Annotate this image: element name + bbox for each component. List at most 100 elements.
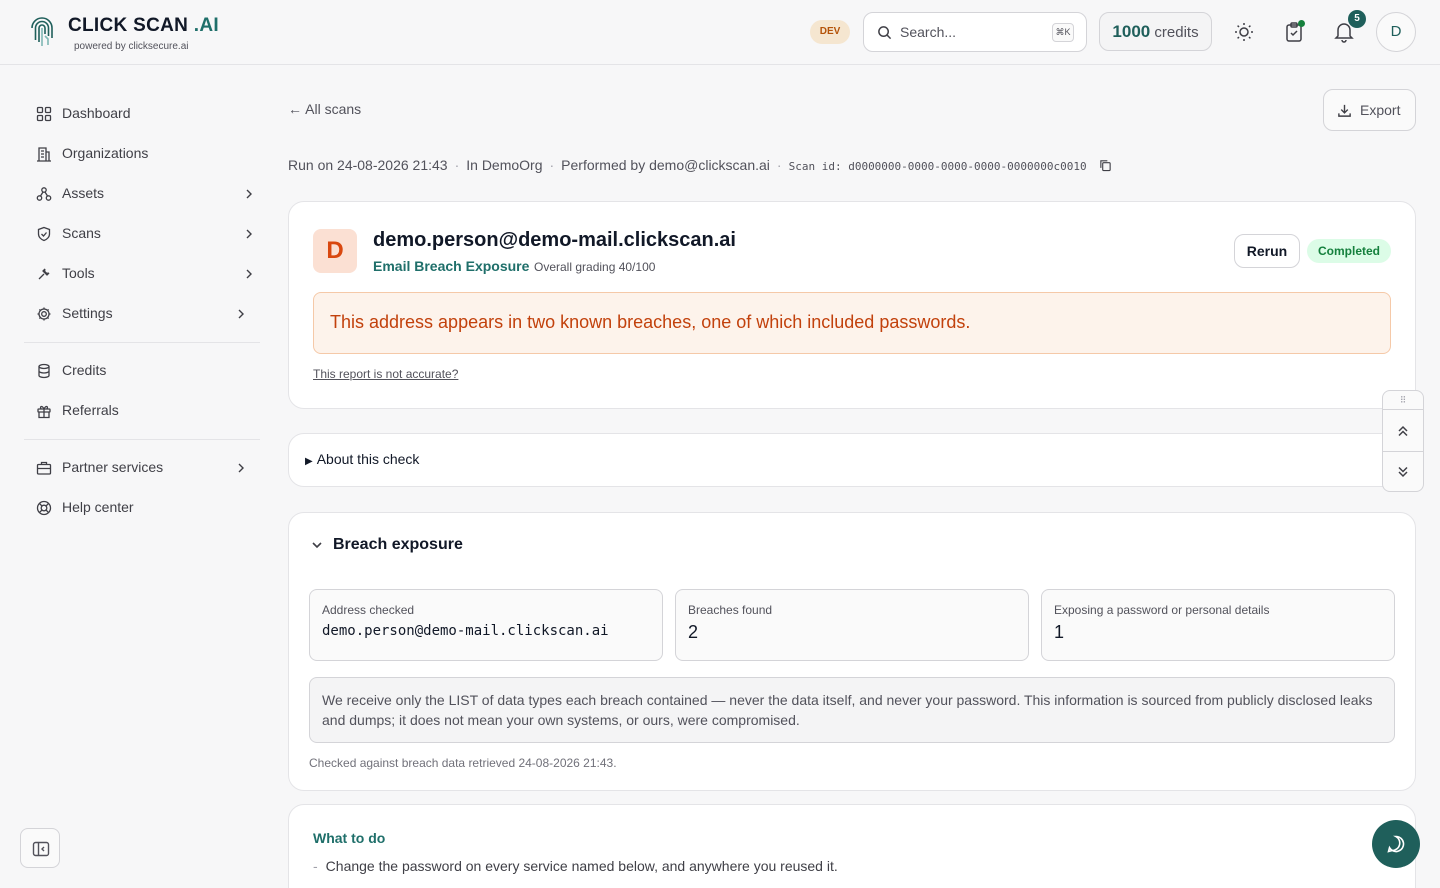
chat-bubble-icon <box>1387 835 1405 853</box>
chat-support-button[interactable] <box>1372 820 1420 868</box>
chevron-right-icon <box>246 269 252 279</box>
network-icon <box>36 187 52 201</box>
sidebar-item-label: Tools <box>62 265 95 281</box>
performed-by: Performed by demo@clickscan.ai <box>561 157 770 173</box>
sidebar-item-label: Credits <box>62 362 107 378</box>
scan-target-title: demo.person@demo-mail.clickscan.ai <box>373 229 736 251</box>
gear-icon <box>37 307 51 321</box>
sidebar-item-help-center[interactable]: Help center <box>24 490 260 524</box>
chevrons-down-icon <box>1398 466 1408 478</box>
search-placeholder: Search... <box>900 24 957 40</box>
about-check-label: About this check <box>316 451 420 467</box>
shield-icon <box>37 226 51 242</box>
stat-card-address: Address checked demo.person@demo-mail.cl… <box>309 589 663 661</box>
user-avatar[interactable]: D <box>1376 12 1416 52</box>
rerun-button[interactable]: Rerun <box>1234 234 1300 268</box>
summary-text: This address appears in two known breach… <box>330 312 971 332</box>
sidebar-item-referrals[interactable]: Referrals <box>24 393 260 427</box>
collapse-sidebar-button[interactable] <box>20 828 60 868</box>
data-retrieved-caption: Checked against breach data retrieved 24… <box>309 756 617 770</box>
top-bar: CLICK SCAN .AI powered by clicksecure.ai… <box>0 0 1440 65</box>
section-title: What to do <box>313 830 386 846</box>
overall-grading: Overall grading 40/100 <box>534 260 656 274</box>
building-icon <box>37 147 51 162</box>
status-dot <box>1298 20 1305 27</box>
credits-button[interactable]: 1000 credits <box>1099 12 1212 51</box>
sidebar-item-partner-services[interactable]: Partner services <box>24 450 260 484</box>
sidebar-item-tools[interactable]: Tools <box>24 256 260 290</box>
copy-icon[interactable] <box>1099 159 1112 172</box>
sidebar-item-dashboard[interactable]: Dashboard <box>24 96 260 130</box>
sidebar-item-label: Settings <box>62 305 113 321</box>
chevron-right-icon <box>246 229 252 239</box>
chevron-right-icon <box>238 309 244 319</box>
chevron-down-icon[interactable] <box>310 538 324 552</box>
org-name: In DemoOrg <box>466 157 543 173</box>
scroll-bottom-button[interactable] <box>1383 452 1423 492</box>
chevron-right-icon <box>246 189 252 199</box>
note-text: We receive only the LIST of data types e… <box>322 692 1373 728</box>
disclosure-triangle-icon: ▶ <box>305 456 313 467</box>
breach-exposure-section: Breach exposure Address checked demo.per… <box>288 512 1416 791</box>
divider <box>1383 409 1423 410</box>
status-badge: Completed <box>1307 239 1391 263</box>
result-summary-card: D demo.person@demo-mail.clickscan.ai Ema… <box>288 201 1416 409</box>
drag-handle-icon[interactable]: ⠿ <box>1383 391 1423 409</box>
export-button[interactable]: Export <box>1323 89 1416 131</box>
run-date: Run on 24-08-2026 21:43 <box>288 157 448 173</box>
stat-label: Breaches found <box>688 603 773 617</box>
sidebar-item-scans[interactable]: Scans <box>24 216 260 250</box>
brand-tagline: powered by clicksecure.ai <box>74 41 189 52</box>
sidebar-item-label: Organizations <box>62 145 149 161</box>
scan-id: Scan id: d0000000-0000-0000-0000-0000000… <box>788 160 1087 173</box>
notification-count-badge: 5 <box>1348 10 1366 28</box>
summary-alert: This address appears in two known breach… <box>313 292 1391 354</box>
sidebar-item-label: Referrals <box>62 402 119 418</box>
database-icon <box>38 363 50 379</box>
report-inaccurate-link[interactable]: This report is not accurate? <box>313 367 458 381</box>
search-shortcut: ⌘K <box>1052 23 1074 42</box>
section-title[interactable]: Breach exposure <box>333 536 463 554</box>
sidebar-item-label: Scans <box>62 225 101 241</box>
env-badge: DEV <box>810 20 850 44</box>
sidebar-divider <box>24 439 260 440</box>
back-to-all-scans-link[interactable]: ← All scans <box>288 101 361 117</box>
sidebar-toggle-icon <box>32 841 50 857</box>
sidebar-item-organizations[interactable]: Organizations <box>24 136 260 170</box>
fingerprint-logo-icon[interactable] <box>28 14 56 50</box>
grade-badge: D <box>313 229 357 273</box>
stat-label: Exposing a password or personal details <box>1054 603 1270 617</box>
stat-card-breaches-found: Breaches found 2 <box>675 589 1029 661</box>
grid-icon <box>36 106 52 122</box>
check-name: Email Breach Exposure <box>373 258 530 274</box>
chevrons-up-icon <box>1398 425 1408 437</box>
wrench-icon <box>38 268 50 280</box>
gift-icon <box>37 405 51 419</box>
data-source-note: We receive only the LIST of data types e… <box>309 677 1395 743</box>
sidebar-item-assets[interactable]: Assets <box>24 176 260 210</box>
briefcase-icon <box>36 461 52 475</box>
stat-value: demo.person@demo-mail.clickscan.ai <box>322 623 609 639</box>
search-input[interactable]: Search... ⌘K <box>863 12 1087 52</box>
sidebar-item-label: Help center <box>62 499 134 515</box>
stat-label: Address checked <box>322 603 415 617</box>
scroll-top-button[interactable] <box>1383 411 1423 451</box>
stat-card-exposing-password: Exposing a password or personal details … <box>1041 589 1395 661</box>
sun-icon[interactable] <box>1232 20 1256 44</box>
list-item: - Change the password on every service na… <box>313 858 838 874</box>
sidebar-item-settings[interactable]: Settings <box>24 296 260 330</box>
download-icon <box>1338 104 1351 117</box>
scroll-controls: ⠿ <box>1382 390 1424 492</box>
chevron-right-icon <box>238 463 244 473</box>
about-check-disclosure[interactable]: ▶ About this check <box>288 433 1416 487</box>
sidebar-item-label: Dashboard <box>62 105 131 121</box>
sidebar-item-label: Partner services <box>62 459 164 475</box>
brand-name[interactable]: CLICK SCAN .AI <box>68 15 219 37</box>
stat-value: 2 <box>688 622 699 642</box>
what-to-do-section: What to do - Change the password on every… <box>288 804 1416 888</box>
scan-meta-line: Run on 24-08-2026 21:43 · In DemoOrg · Perfo… <box>288 157 1112 173</box>
search-icon <box>878 26 892 40</box>
arrow-left-icon: ← <box>288 101 302 117</box>
sidebar-item-credits[interactable]: Credits <box>24 353 260 387</box>
lifebuoy-icon <box>36 500 52 516</box>
